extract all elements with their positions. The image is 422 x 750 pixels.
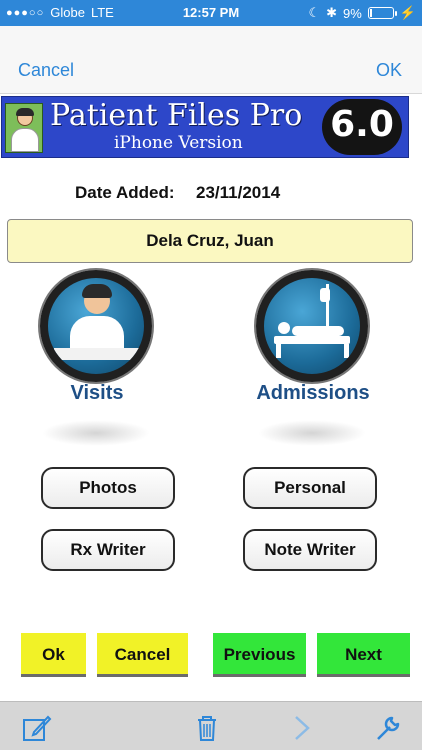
battery-percent: 9% bbox=[343, 5, 362, 21]
banner-title: Patient Files Pro bbox=[50, 98, 303, 133]
doctor-body bbox=[70, 316, 124, 352]
nav-ok-button[interactable]: OK bbox=[376, 60, 402, 81]
bottom-toolbar bbox=[0, 701, 422, 750]
avatar-coat bbox=[11, 128, 39, 152]
trash-icon-svg bbox=[198, 716, 216, 741]
note-writer-button[interactable]: Note Writer bbox=[243, 529, 377, 571]
forward-icon[interactable] bbox=[288, 714, 318, 742]
battery-fill bbox=[369, 9, 372, 17]
bed-leg bbox=[344, 344, 349, 358]
doctor-avatar-icon bbox=[5, 103, 43, 153]
bed-leg bbox=[276, 344, 281, 358]
edit-icon[interactable] bbox=[22, 714, 52, 742]
ok-button[interactable]: Ok bbox=[21, 633, 86, 677]
previous-button[interactable]: Previous bbox=[213, 633, 306, 677]
navigation-bar: Cancel OK bbox=[0, 26, 422, 94]
battery-icon bbox=[367, 7, 397, 19]
next-button[interactable]: Next bbox=[317, 633, 410, 677]
doctor-at-desk-icon bbox=[40, 270, 152, 382]
edit-icon-svg bbox=[23, 715, 52, 741]
bed-frame bbox=[274, 336, 350, 344]
patient-head bbox=[278, 322, 290, 334]
patient-name-field[interactable]: Dela Cruz, Juan bbox=[7, 219, 413, 263]
visits-label: Visits bbox=[70, 382, 124, 404]
wrench-icon-svg bbox=[377, 716, 400, 740]
doctor-hair bbox=[82, 284, 112, 298]
date-added-value: 23/11/2014 bbox=[196, 183, 281, 202]
iv-bag bbox=[320, 288, 330, 302]
desk bbox=[54, 348, 142, 360]
admissions-reflection bbox=[258, 420, 366, 446]
nav-cancel-button[interactable]: Cancel bbox=[18, 60, 74, 81]
wrench-icon[interactable] bbox=[374, 714, 404, 742]
version-badge: 6.0 bbox=[322, 99, 402, 155]
visits-reflection bbox=[42, 420, 150, 446]
moon-icon: ☾ bbox=[308, 5, 321, 20]
banner-subtitle: iPhone Version bbox=[114, 133, 243, 153]
charging-icon: ⚡ bbox=[399, 5, 416, 20]
date-added-label: Date Added: bbox=[75, 183, 175, 202]
status-bar: ●●●○○ Globe LTE 12:57 PM ☾ ✱ 9% ⚡ bbox=[0, 0, 422, 26]
personal-button[interactable]: Personal bbox=[243, 467, 377, 509]
cancel-button[interactable]: Cancel bbox=[97, 633, 188, 677]
photos-button[interactable]: Photos bbox=[41, 467, 175, 509]
app-banner: Patient Files Pro iPhone Version 6.0 bbox=[1, 96, 409, 158]
trash-icon[interactable] bbox=[192, 714, 222, 742]
admissions-label: Admissions bbox=[256, 382, 370, 404]
hospital-bed-icon bbox=[256, 270, 368, 382]
forward-icon-svg bbox=[295, 716, 310, 740]
version-number: 6.0 bbox=[330, 104, 394, 145]
rx-writer-button[interactable]: Rx Writer bbox=[41, 529, 175, 571]
avatar-hair bbox=[16, 108, 34, 116]
bluetooth-icon: ✱ bbox=[326, 5, 338, 20]
status-right: ☾ ✱ 9% ⚡ bbox=[308, 5, 416, 21]
patient-body bbox=[292, 326, 344, 336]
